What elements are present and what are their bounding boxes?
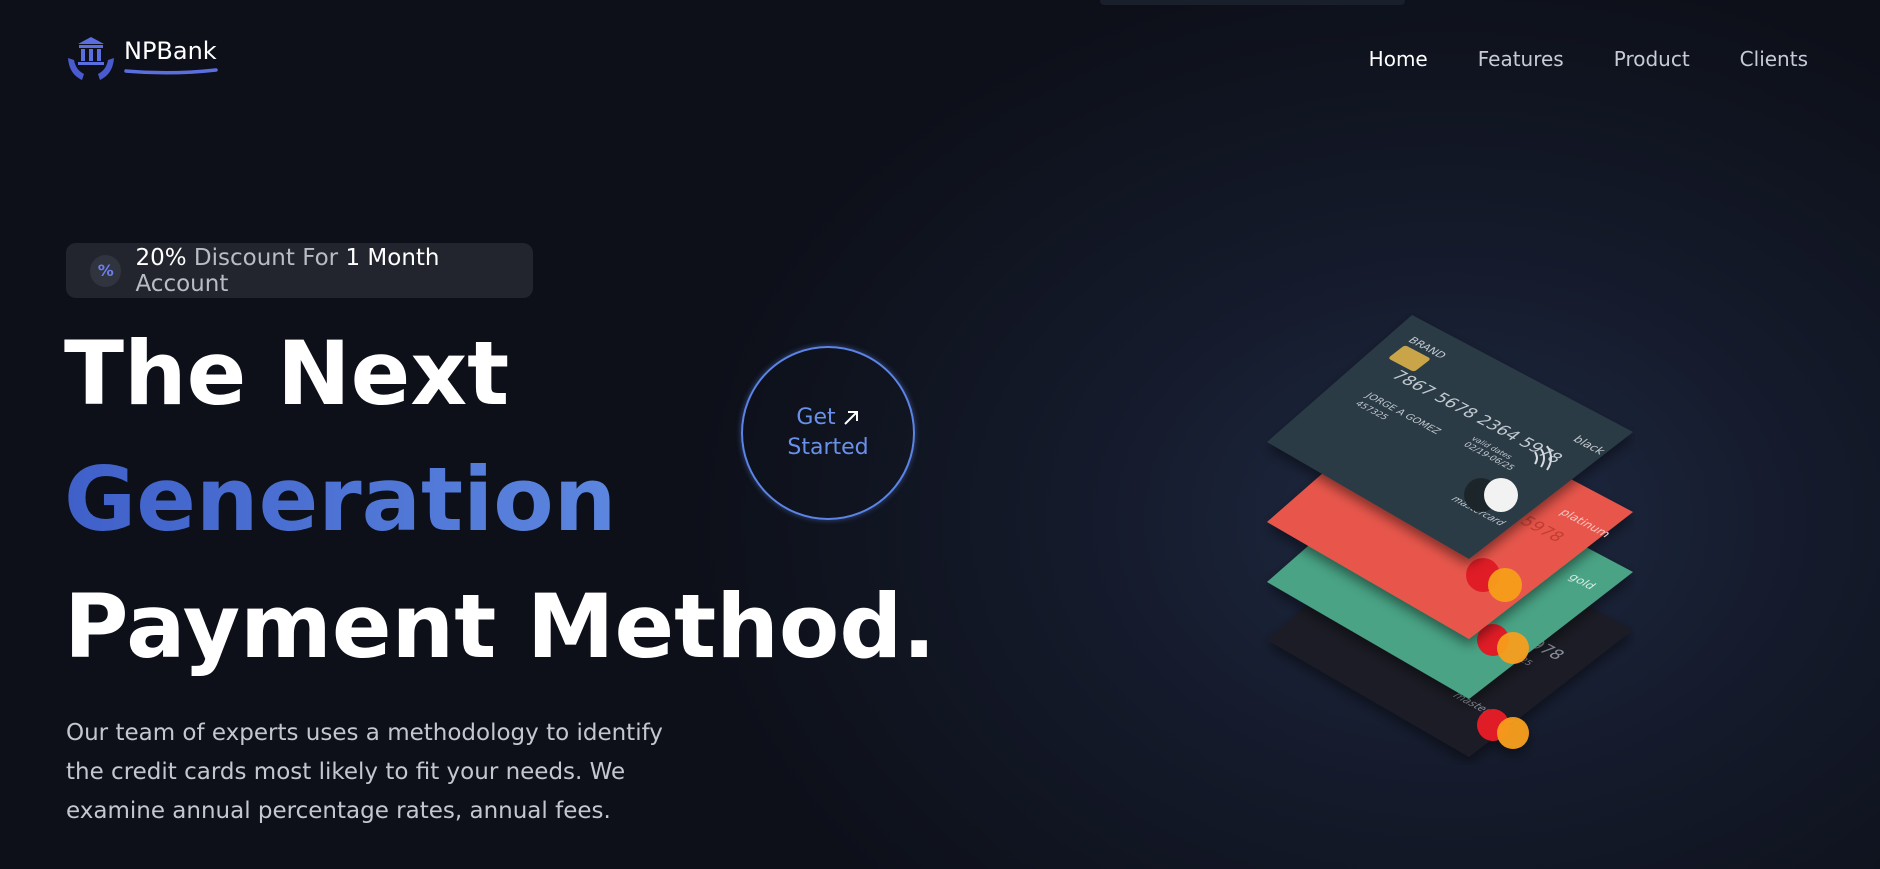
main-nav: Home Features Product Clients (1319, 47, 1808, 71)
cta-label-line-2: Started (787, 435, 869, 460)
brand-logo[interactable]: NPBank (66, 34, 218, 84)
top-edge-tab (1100, 0, 1405, 5)
nav-item-features[interactable]: Features (1478, 47, 1564, 71)
brand-name: NPBank (124, 37, 217, 65)
discount-badge: % 20% Discount For 1 Month Account (66, 243, 533, 298)
discount-text-1: Discount For (193, 244, 339, 271)
hero-title-line-1: The Next (64, 322, 510, 425)
bank-icon (68, 37, 114, 80)
discount-text: 20% Discount For 1 Month Account (135, 245, 533, 297)
percent-icon: % (90, 254, 122, 287)
discount-text-2: Account (135, 270, 229, 297)
cta-label-line-1: Get (796, 405, 836, 430)
discount-percent: 20% (135, 244, 187, 271)
nav-item-product[interactable]: Product (1614, 47, 1690, 71)
brand-underline (124, 68, 218, 75)
hero-title-line-2: Generation (64, 448, 617, 551)
hero-description: Our team of experts uses a methodology t… (66, 714, 706, 831)
hero-description-line-3: examine annual percentage rates, annual … (66, 798, 611, 824)
nav-item-home[interactable]: Home (1369, 47, 1428, 71)
hero-description-line-2: the credit cards most likely to fit your… (66, 759, 626, 785)
credit-card-stack: 7867 5678 2364 5978 JORGE A GOMEZ 02/19-… (1267, 315, 1633, 757)
discount-duration: 1 Month (345, 244, 440, 271)
hero-description-line-1: Our team of experts uses a methodology t… (66, 720, 663, 746)
get-started-button[interactable]: Get Started (741, 346, 915, 520)
hero-title-line-3: Payment Method. (64, 575, 936, 678)
arrow-up-right-icon (843, 411, 858, 425)
nav-item-clients[interactable]: Clients (1740, 47, 1808, 71)
